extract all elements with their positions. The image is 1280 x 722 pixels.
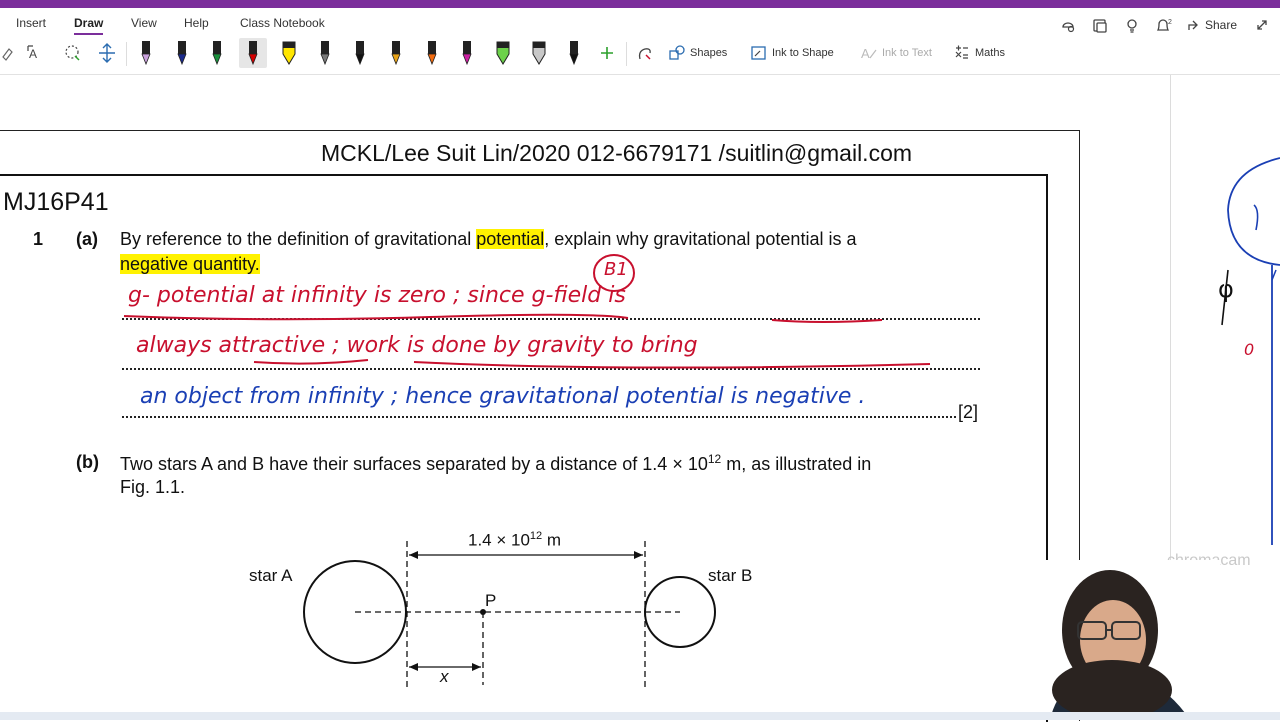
question-number: 1 bbox=[33, 229, 44, 249]
star-a-label: star A bbox=[249, 566, 293, 585]
maths-icon bbox=[955, 45, 968, 59]
question-id: MJ16P41 bbox=[3, 188, 109, 216]
notebook-icon[interactable] bbox=[1092, 18, 1108, 37]
separation-sup: 12 bbox=[529, 530, 543, 542]
part-b-line-2: Fig. 1.1. bbox=[120, 477, 186, 497]
pen-rainbow-icon[interactable] bbox=[382, 38, 410, 68]
svg-text:2: 2 bbox=[1168, 19, 1172, 26]
pen-black-icon[interactable] bbox=[346, 38, 374, 68]
maths-label: Maths bbox=[975, 47, 1005, 59]
lasso-type-select-icon[interactable]: A bbox=[24, 38, 48, 68]
tab-insert[interactable]: Insert bbox=[16, 16, 46, 30]
separation-unit: m bbox=[542, 530, 562, 550]
add-pen-icon[interactable] bbox=[596, 38, 618, 68]
part-b-label: (b) bbox=[76, 452, 99, 472]
ink-to-shape-label: Ink to Shape bbox=[772, 47, 834, 59]
ribbon-tabs: Insert Draw View Help Class Notebook 2 S… bbox=[0, 8, 1280, 36]
separation-value: 1.4 × 10 bbox=[468, 530, 530, 550]
pen-purple-icon[interactable] bbox=[132, 38, 160, 68]
marks-label: [2] bbox=[958, 402, 979, 422]
shapes-button[interactable]: Shapes bbox=[668, 38, 727, 68]
figure-1-1: star A star B P 1.4 × 1012 m x bbox=[240, 525, 780, 720]
highlight-negative-quantity: negative quantity. bbox=[120, 254, 260, 274]
eraser-icon[interactable] bbox=[0, 38, 14, 68]
document-header: MCKL/Lee Suit Lin/2020 012-6679171 /suit… bbox=[321, 140, 913, 166]
handwriting-underlines bbox=[123, 313, 931, 369]
part-b-text-2: m, as illustrated in bbox=[721, 454, 872, 474]
share-icon bbox=[1188, 20, 1198, 30]
star-b-label: star B bbox=[708, 566, 753, 585]
bottom-status-strip bbox=[0, 712, 1280, 720]
phi-label: φ bbox=[1218, 275, 1234, 303]
lightbulb-icon[interactable] bbox=[1124, 18, 1140, 37]
share-button[interactable]: Share bbox=[1187, 18, 1237, 32]
ink-replay-icon[interactable] bbox=[634, 38, 656, 68]
ink-to-text-button: A Ink to Text bbox=[860, 38, 932, 68]
highlight-potential: potential bbox=[476, 229, 545, 249]
lasso-select-icon[interactable] bbox=[60, 38, 84, 68]
part-a-label: (a) bbox=[76, 229, 98, 249]
ink-to-text-label: Ink to Text bbox=[882, 47, 932, 59]
pen-orange-icon[interactable] bbox=[418, 38, 446, 68]
svg-text:A: A bbox=[861, 46, 870, 61]
draw-toolbar: A Shapes Ink to Shape A Ink to Text Math… bbox=[0, 36, 1280, 75]
point-p-label: P bbox=[485, 591, 497, 610]
webcam-presenter-overlay bbox=[1020, 560, 1220, 720]
expand-icon[interactable] bbox=[1255, 18, 1269, 35]
ink-to-shape-button[interactable]: Ink to Shape bbox=[750, 38, 834, 68]
part-a-line-2: negative quantity. bbox=[120, 254, 260, 275]
zero-label: 0 bbox=[1244, 340, 1255, 359]
pen-green-icon[interactable] bbox=[203, 38, 231, 68]
circled-mark-text: B1 bbox=[604, 259, 628, 280]
part-b-line-1: Two stars A and B have their surfaces se… bbox=[120, 452, 871, 475]
separation-label: 1.4 × 1012 m bbox=[468, 530, 561, 551]
highlighter-yellow-icon[interactable] bbox=[275, 38, 303, 68]
side-sketch bbox=[1221, 157, 1280, 545]
highlighter-gray-icon[interactable] bbox=[525, 38, 553, 68]
shapes-icon bbox=[669, 45, 685, 60]
part-a-text-2: , explain why gravitational potential is… bbox=[544, 229, 857, 249]
part-a-line-1: By reference to the definition of gravit… bbox=[120, 229, 856, 250]
pen-navy-icon[interactable] bbox=[168, 38, 196, 68]
ink-to-shape-icon bbox=[751, 46, 766, 60]
tab-class-notebook[interactable]: Class Notebook bbox=[240, 16, 325, 30]
shapes-label: Shapes bbox=[690, 47, 728, 59]
notifications-bell-icon[interactable]: 2 bbox=[1155, 18, 1173, 37]
part-b-text-1: Two stars A and B have their surfaces se… bbox=[120, 454, 708, 474]
highlighter-green-icon[interactable] bbox=[489, 38, 517, 68]
pen-gray-icon[interactable] bbox=[311, 38, 339, 68]
ink-to-text-icon: A bbox=[861, 46, 877, 61]
sync-icon[interactable] bbox=[1060, 18, 1076, 37]
maths-button[interactable]: Maths bbox=[953, 38, 1005, 68]
part-a-text-1: By reference to the definition of gravit… bbox=[120, 229, 477, 249]
tab-view[interactable]: View bbox=[131, 16, 157, 30]
handwriting-line-3: an object from infinity ; hence gravitat… bbox=[140, 384, 866, 409]
svg-text:A: A bbox=[29, 47, 37, 61]
answer-line-3 bbox=[122, 416, 956, 418]
add-space-icon[interactable] bbox=[95, 38, 119, 68]
tab-help[interactable]: Help bbox=[184, 16, 209, 30]
pen-black-fine-icon[interactable] bbox=[560, 38, 588, 68]
pen-red-icon[interactable] bbox=[239, 38, 268, 68]
window-accent-bar bbox=[0, 0, 1280, 8]
part-b-sup: 12 bbox=[707, 452, 722, 466]
tab-draw[interactable]: Draw bbox=[74, 16, 104, 35]
pen-magenta-icon[interactable] bbox=[453, 38, 481, 68]
handwriting-line-1: g- potential at infinity is zero ; since… bbox=[128, 283, 626, 308]
share-label: Share bbox=[1205, 18, 1238, 32]
x-label: x bbox=[440, 667, 449, 686]
